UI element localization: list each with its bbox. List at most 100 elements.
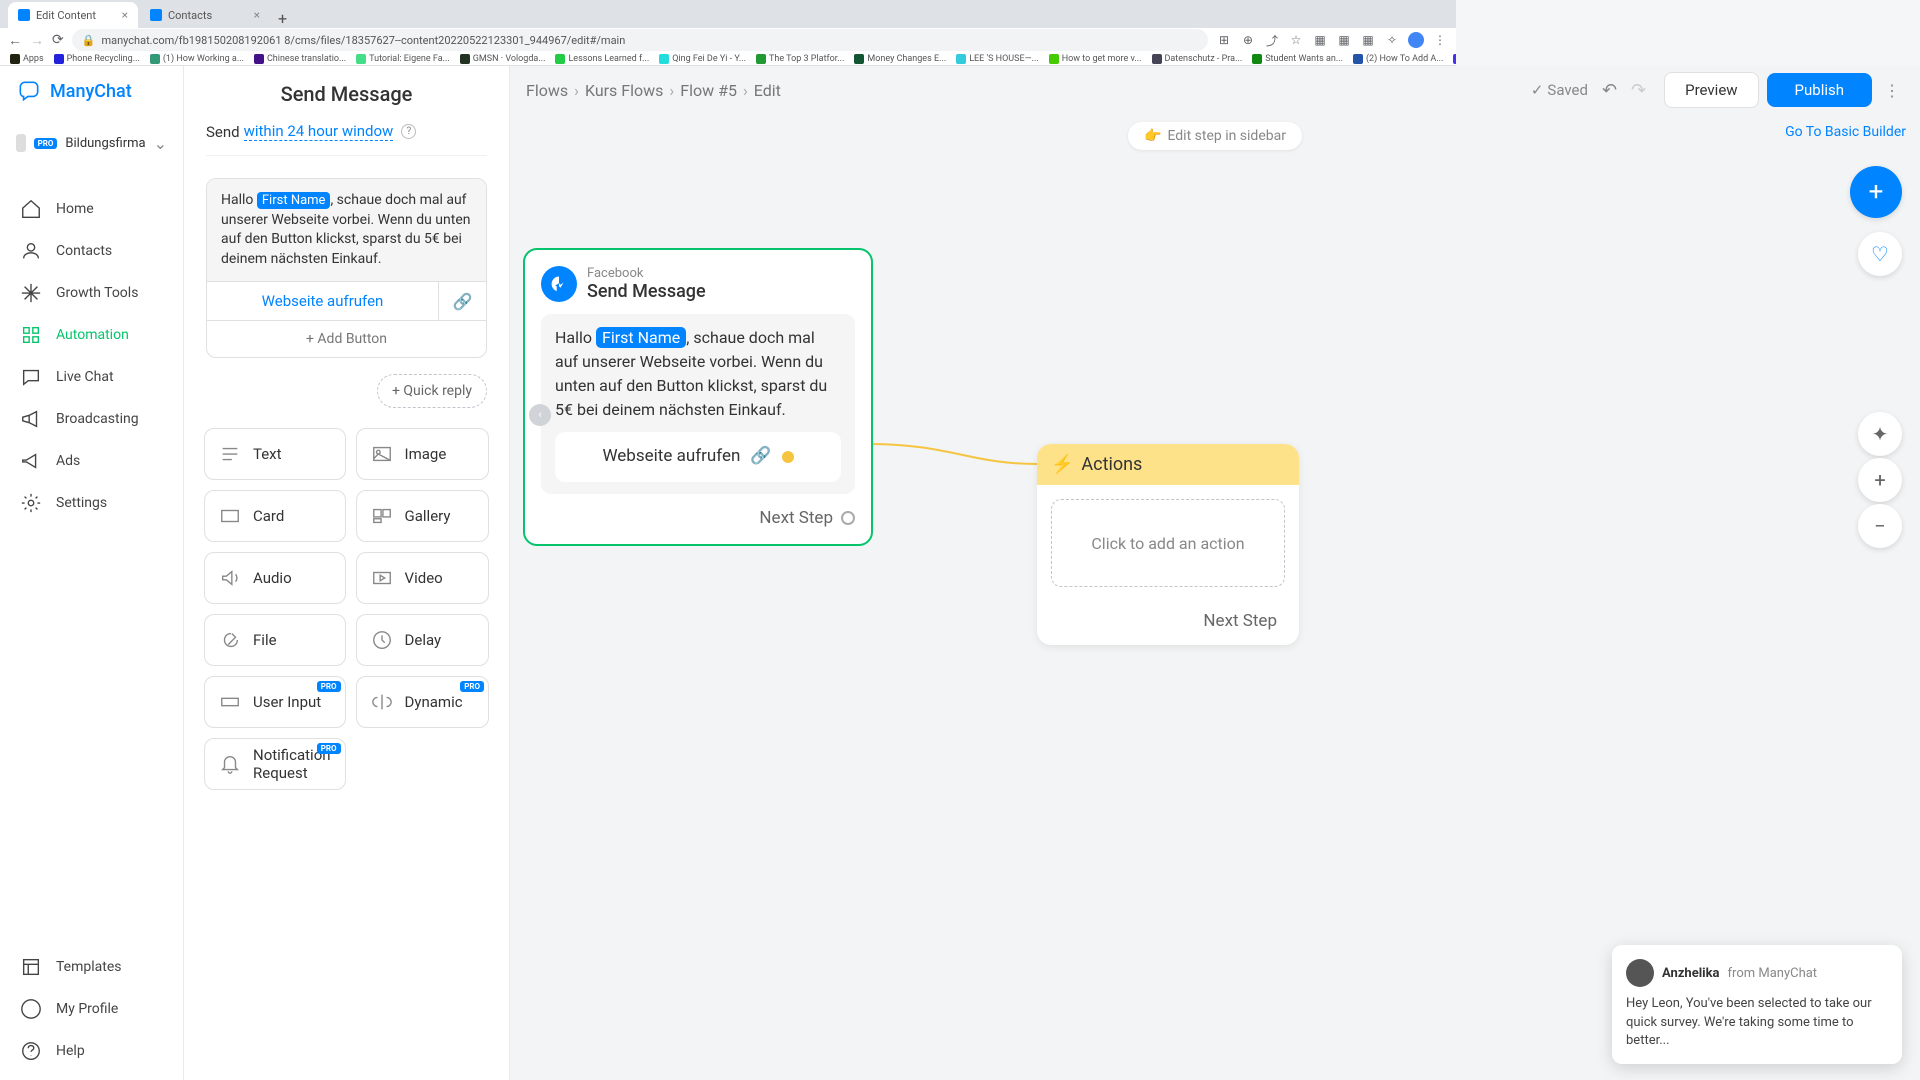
bookmark-item[interactable]: Lessons Learned f...: [555, 54, 649, 64]
variable-tag[interactable]: First Name: [257, 192, 331, 209]
bookmark-item[interactable]: (2) How To Add A...: [1353, 54, 1443, 64]
publish-button[interactable]: Publish: [1767, 73, 1872, 107]
sidebar-item-ads[interactable]: Ads: [0, 440, 183, 482]
zoom-icon[interactable]: ⊕: [1240, 32, 1256, 48]
browser-tab-active[interactable]: Edit Content ×: [8, 2, 138, 28]
node-button[interactable]: Webseite aufrufen 🔗: [555, 432, 841, 482]
block-delay[interactable]: Delay: [356, 614, 489, 666]
chat-popup[interactable]: Anzhelika from ManyChat Hey Leon, You've…: [1612, 945, 1902, 1064]
ext-icon[interactable]: ▦: [1360, 32, 1376, 48]
bookmark-item[interactable]: Apps: [10, 54, 44, 64]
block-image[interactable]: Image: [356, 428, 489, 480]
bookmark-item[interactable]: Chinese translatio...: [254, 54, 346, 64]
flow-canvas[interactable]: Flows›Kurs Flows›Flow #5›Edit ✓ Saved ↶ …: [510, 66, 1920, 1080]
send-window-link[interactable]: within 24 hour window: [244, 122, 394, 141]
sidebar-item-live-chat[interactable]: Live Chat: [0, 356, 183, 398]
bookmark-item[interactable]: Money Changes E...: [854, 54, 946, 64]
sidebar-item-home[interactable]: Home: [0, 188, 183, 230]
bookmark-item[interactable]: Datenschutz - Pra...: [1152, 54, 1243, 64]
zoom-out-button[interactable]: −: [1858, 504, 1902, 548]
link-icon[interactable]: 🔗: [438, 282, 486, 320]
block-gallery[interactable]: Gallery: [356, 490, 489, 542]
workspace-selector[interactable]: PRO Bildungsfirma ⌄: [10, 122, 173, 164]
sidebar-item-my-profile[interactable]: My Profile: [0, 988, 183, 1030]
actions-body: Click to add an action: [1037, 485, 1299, 601]
bookmark-item[interactable]: Download - Cooki...: [1453, 54, 1456, 64]
block-input[interactable]: User InputPRO: [204, 676, 346, 728]
reload-icon[interactable]: ⟳: [52, 32, 64, 48]
bell-icon: [219, 753, 241, 775]
crumb[interactable]: Kurs Flows: [585, 81, 663, 100]
sidebar-item-templates[interactable]: Templates: [0, 946, 183, 988]
bookmark-item[interactable]: LEE 'S HOUSE—...: [956, 54, 1039, 64]
bookmark-item[interactable]: Qing Fei De Yi - Y...: [659, 54, 746, 64]
block-label: Dynamic: [405, 693, 463, 711]
logo[interactable]: ManyChat: [0, 66, 183, 116]
bookmark-item[interactable]: GMSN · Vologda...: [460, 54, 546, 64]
block-bell[interactable]: Notification RequestPRO: [204, 738, 346, 790]
help-icon[interactable]: ?: [401, 124, 416, 139]
sidebar-item-automation[interactable]: Automation: [0, 314, 183, 356]
sidebar-item-settings[interactable]: Settings: [0, 482, 183, 524]
basic-builder-link[interactable]: Go To Basic Builder: [1785, 124, 1906, 140]
crumb[interactable]: Edit: [754, 81, 781, 100]
bookmark-item[interactable]: Phone Recycling...: [54, 54, 140, 64]
connector-port[interactable]: [841, 511, 855, 525]
next-step-row[interactable]: Next Step: [541, 494, 855, 528]
connector-port[interactable]: [782, 451, 794, 463]
block-card[interactable]: Card: [204, 490, 346, 542]
avatar-icon[interactable]: [1408, 32, 1424, 48]
block-file[interactable]: File: [204, 614, 346, 666]
text: Hallo: [221, 192, 257, 208]
quick-reply-button[interactable]: + Quick reply: [377, 374, 487, 408]
block-audio[interactable]: Audio: [204, 552, 346, 604]
favorite-button[interactable]: ♡: [1858, 232, 1902, 276]
star-icon[interactable]: ☆: [1288, 32, 1304, 48]
bookmark-item[interactable]: The Top 3 Platfor...: [756, 54, 844, 64]
close-icon[interactable]: ×: [122, 8, 128, 22]
preview-button[interactable]: Preview: [1664, 72, 1758, 108]
more-icon[interactable]: ⋮: [1880, 81, 1904, 100]
menu-icon[interactable]: ⋮: [1432, 32, 1448, 48]
automation-icon: [20, 324, 42, 346]
add-action-dropzone[interactable]: Click to add an action: [1051, 499, 1285, 587]
crumb[interactable]: Flow #5: [680, 81, 737, 100]
node-message-body[interactable]: ‹ Hallo First Name, schaue doch mal auf …: [541, 314, 855, 494]
share-icon[interactable]: ⤴: [1264, 32, 1280, 48]
message-text[interactable]: Hallo First Name, schaue doch mal auf un…: [207, 179, 486, 281]
bookmark-item[interactable]: Tutorial: Eigene Fa...: [356, 54, 450, 64]
block-video[interactable]: Video: [356, 552, 489, 604]
add-button[interactable]: + Add Button: [207, 320, 486, 357]
flow-node-actions[interactable]: ⚡ Actions Click to add an action Next St…: [1037, 444, 1299, 645]
next-step-row[interactable]: Next Step: [1037, 601, 1299, 645]
close-icon[interactable]: ×: [254, 8, 260, 22]
ext-icon[interactable]: ▦: [1312, 32, 1328, 48]
sidebar-item-help[interactable]: Help: [0, 1030, 183, 1072]
back-icon[interactable]: ←: [8, 32, 22, 49]
edit-sidebar-pill[interactable]: 👉 Edit step in sidebar: [1128, 122, 1302, 150]
ext-icon[interactable]: ▦: [1336, 32, 1352, 48]
browser-tab[interactable]: Contacts ×: [140, 2, 270, 28]
translate-icon[interactable]: ⊞: [1216, 32, 1232, 48]
sidebar-item-growth-tools[interactable]: Growth Tools: [0, 272, 183, 314]
undo-icon[interactable]: ↶: [1602, 80, 1617, 101]
sidebar-item-contacts[interactable]: Contacts: [0, 230, 183, 272]
auto-arrange-button[interactable]: ✦: [1858, 412, 1902, 456]
bookmark-item[interactable]: (1) How Working a...: [150, 54, 244, 64]
bookmark-item[interactable]: Student Wants an...: [1252, 54, 1343, 64]
message-block[interactable]: Hallo First Name, schaue doch mal auf un…: [206, 178, 487, 358]
sidebar-item-broadcasting[interactable]: Broadcasting: [0, 398, 183, 440]
url-input[interactable]: 🔒 manychat.com/fb198150208192061 8/cms/f…: [72, 29, 1208, 51]
crumb[interactable]: Flows: [526, 81, 568, 100]
block-dynamic[interactable]: DynamicPRO: [356, 676, 489, 728]
chevron-left-icon[interactable]: ‹: [529, 404, 551, 426]
puzzle-icon[interactable]: ✧: [1384, 32, 1400, 48]
flow-node-message[interactable]: Facebook Send Message ‹ Hallo First Name…: [523, 248, 873, 546]
block-text[interactable]: Text: [204, 428, 346, 480]
new-tab-button[interactable]: +: [272, 9, 293, 28]
lock-icon: 🔒: [82, 34, 96, 47]
add-node-button[interactable]: +: [1850, 166, 1902, 218]
zoom-in-button[interactable]: +: [1858, 458, 1902, 502]
bookmark-item[interactable]: How to get more v...: [1049, 54, 1142, 64]
message-button[interactable]: Webseite aufrufen: [207, 282, 438, 320]
